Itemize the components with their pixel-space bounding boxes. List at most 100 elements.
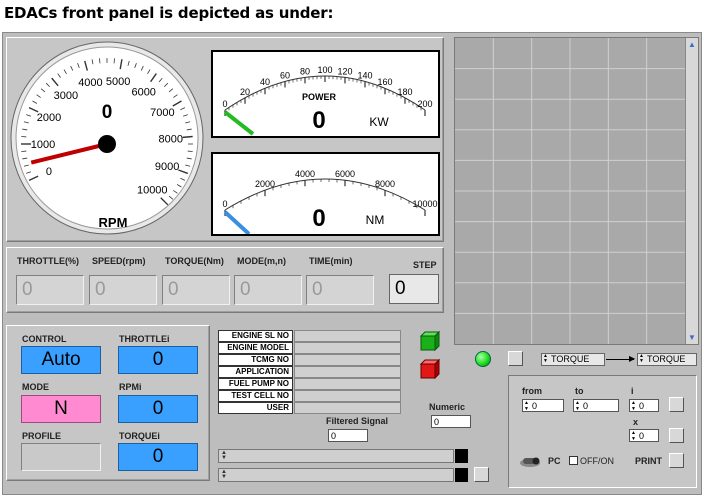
chart-scrollbar[interactable]: ▲ ▼ (685, 38, 698, 344)
power-unit: KW (369, 115, 389, 129)
info-table-labels: ENGINE SL NO ENGINE MODEL TCMG NO APPLIC… (218, 330, 293, 414)
i-button[interactable] (669, 397, 684, 412)
slider-track-1[interactable]: ▲ ▼ (218, 449, 454, 463)
profile-display[interactable] (21, 443, 101, 471)
controls-frame: CONTROL Auto MODE N PROFILE THROTTLEi 0 … (6, 325, 210, 481)
gauge-tick-label: 6000 (335, 169, 355, 179)
pc-toggle-switch[interactable] (519, 454, 541, 468)
control-display[interactable]: Auto (21, 346, 101, 374)
info-label-engine-sl: ENGINE SL NO (218, 330, 293, 342)
slider-track-2[interactable]: ▲ ▼ (218, 468, 454, 482)
i-input[interactable]: ▲ ▼ 0 (629, 399, 659, 412)
i-value: 0 (639, 401, 645, 411)
selector-right-value: TORQUE (647, 354, 686, 364)
gauge-tick-label: 10000 (412, 199, 437, 209)
gauge-tick-label: 80 (300, 66, 310, 76)
engine-model-input[interactable] (294, 342, 401, 354)
to-value: 0 (583, 401, 589, 411)
rpm-tick-label: 7000 (150, 107, 174, 119)
selector-right[interactable]: ▲ ▼ TORQUE (637, 353, 697, 366)
step-readout: 0 (389, 274, 439, 304)
selector-left[interactable]: ▲ ▼ TORQUE (541, 353, 605, 366)
print-button[interactable] (669, 453, 684, 468)
time-readout: 0 (306, 275, 374, 305)
pc-label: PC (548, 456, 561, 466)
x-value: 0 (639, 431, 645, 441)
x-button[interactable] (669, 428, 684, 443)
header-speed: SPEED(rpm) (92, 256, 146, 266)
power-label: POWER (302, 92, 337, 102)
application-input[interactable] (294, 366, 401, 378)
torque-needle[interactable] (223, 210, 251, 236)
x-input[interactable]: ▲ ▼ 0 (629, 429, 659, 442)
power-gauge: 0 20 40 60 80 100 120 140 160 180 200 POWER 0 KW (211, 50, 440, 138)
selector-left-arrows-icon[interactable]: ▲ ▼ (543, 354, 548, 364)
from-input[interactable]: ▲ ▼ 0 (522, 399, 564, 412)
i-label: i (631, 386, 634, 396)
arrow-right-icon: ▶ (629, 354, 636, 363)
info-label-engine-model: ENGINE MODEL (218, 342, 293, 354)
scroll-down-icon[interactable]: ▼ (686, 331, 698, 344)
gauge-tick-label: 180 (397, 87, 412, 97)
slider-1-arrows-icon[interactable]: ▲ ▼ (221, 450, 227, 461)
slider-2-arrows-icon[interactable]: ▲ ▼ (221, 469, 227, 480)
rpm-needle-hub (98, 135, 116, 153)
green-cube-button[interactable] (419, 330, 441, 352)
rpm-tick-label: 1000 (31, 139, 55, 151)
slider-action-button[interactable] (474, 467, 489, 482)
gauge-tick-label: 2000 (255, 179, 275, 189)
rpm-gauge: 01000200030004000 50006000700080009000100… (10, 41, 204, 235)
test-cell-input[interactable] (294, 390, 401, 402)
page-heading: EDACs front panel is depicted as under: (4, 4, 334, 22)
print-label: PRINT (635, 456, 662, 466)
info-label-test-cell: TEST CELL NO (218, 390, 293, 402)
offon-checkbox[interactable] (569, 456, 578, 465)
led-toggle-button[interactable] (508, 351, 523, 366)
from-value: 0 (532, 401, 538, 411)
rpm-label: RPM (99, 215, 128, 230)
torquei-display: 0 (118, 443, 198, 471)
mode-readout: 0 (234, 275, 302, 305)
header-throttle: THROTTLE(%) (17, 256, 79, 266)
selector-left-value: TORQUE (551, 354, 590, 364)
header-mode: MODE(m,n) (237, 256, 286, 266)
i-stepper-icon[interactable]: ▲ ▼ (631, 400, 636, 412)
scroll-up-icon[interactable]: ▲ (686, 38, 698, 51)
torque-gauge-dial: 0 2000 4000 6000 8000 10000 0 NM (222, 169, 438, 236)
step-label: STEP (413, 260, 437, 270)
control-label: CONTROL (22, 334, 67, 344)
gauge-tick-label: 60 (280, 70, 290, 80)
power-needle[interactable] (223, 110, 255, 136)
x-stepper-icon[interactable]: ▲ ▼ (631, 430, 636, 442)
numeric-value: 0 (431, 415, 471, 428)
engine-sl-input[interactable] (294, 330, 401, 342)
gauge-tick-label: 4000 (295, 169, 315, 179)
to-stepper-icon[interactable]: ▲ ▼ (575, 400, 580, 412)
profile-label: PROFILE (22, 431, 62, 441)
gauge-tick-label: 0 (222, 99, 227, 109)
header-time: TIME(min) (309, 256, 353, 266)
red-cube-button[interactable] (419, 358, 441, 380)
rpm-value: 0 (102, 102, 113, 123)
mode-display[interactable]: N (21, 395, 101, 423)
rpm-tick-label: 10000 (137, 184, 168, 196)
chart-grid (455, 38, 685, 344)
gauges-frame: 0 1000 2000 3000 4000 5000 6000 7000 8000 9000 100… (6, 37, 444, 242)
to-input[interactable]: ▲ ▼ 0 (573, 399, 619, 412)
chart-area[interactable]: ▲ ▼ (454, 37, 699, 345)
torque-readout: 0 (162, 275, 230, 305)
numeric-label: Numeric (429, 402, 466, 412)
rpm-tick-label: 5000 (106, 76, 130, 88)
fuel-pump-input[interactable] (294, 378, 401, 390)
torque-tick-marks: 0 2000 4000 6000 8000 10000 (222, 169, 438, 216)
user-input[interactable] (294, 402, 401, 414)
info-table-values (294, 330, 401, 414)
from-stepper-icon[interactable]: ▲ ▼ (524, 400, 529, 412)
gauge-tick-label: 40 (260, 77, 270, 87)
torque-gauge: 0 2000 4000 6000 8000 10000 0 NM (211, 152, 440, 236)
filtered-signal-label: Filtered Signal (326, 416, 389, 426)
rpm-tick-label: 8000 (159, 133, 183, 145)
tcmg-input[interactable] (294, 354, 401, 366)
selector-right-arrows-icon[interactable]: ▲ ▼ (639, 354, 644, 364)
x-label: x (633, 417, 639, 427)
